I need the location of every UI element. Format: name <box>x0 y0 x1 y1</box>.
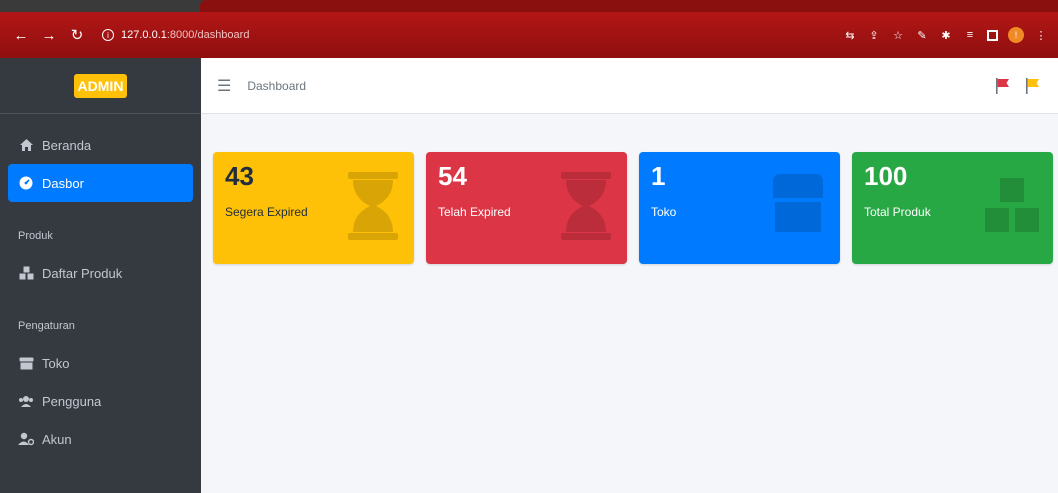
back-arrow-icon[interactable]: ← <box>10 24 32 46</box>
sidebar-item-label: Beranda <box>42 137 92 153</box>
user-cog-icon <box>18 432 34 446</box>
main-content: 43 Segera Expired 54 Telah Expired 1 Tok… <box>201 114 1058 493</box>
stat-boxes: 43 Segera Expired 54 Telah Expired 1 Tok… <box>213 152 1053 264</box>
site-info-icon[interactable]: i <box>102 29 114 41</box>
boxes-icon <box>18 266 34 280</box>
menu-toggle-icon[interactable]: ☰ <box>217 76 231 96</box>
sidebar-item-daftar-produk[interactable]: Daftar Produk <box>8 254 193 292</box>
sidebar-item-pengguna[interactable]: Pengguna <box>8 382 193 420</box>
sidebar-item-akun[interactable]: Akun <box>8 420 193 458</box>
stat-box-toko[interactable]: 1 Toko <box>639 152 840 264</box>
sidebar-item-label: Toko <box>42 355 70 371</box>
red-flag-icon[interactable] <box>994 77 1012 95</box>
dashboard-icon <box>18 176 34 190</box>
hourglass-icon <box>348 172 398 240</box>
sidebar-item-beranda[interactable]: Beranda <box>8 126 193 164</box>
sidebar-item-label: Daftar Produk <box>42 265 123 281</box>
navbar-right <box>994 77 1042 95</box>
brand-logo[interactable]: ADMIN <box>73 73 128 98</box>
address-bar[interactable]: i 127.0.0.1:8000/dashboard <box>102 22 249 48</box>
yellow-flag-icon[interactable] <box>1024 77 1042 95</box>
hourglass-end-icon <box>561 172 611 240</box>
browser-extensions: ⇆ ⇪ ☆ ✎ ✱ ≡ ! ⋮ <box>843 27 1048 43</box>
more-menu-icon[interactable]: ⋮ <box>1034 28 1048 42</box>
side-panel-icon[interactable] <box>987 29 998 41</box>
home-icon <box>18 138 34 152</box>
brand: ADMIN <box>0 58 201 114</box>
store-icon <box>18 357 34 370</box>
store-icon <box>773 174 823 232</box>
reload-icon[interactable]: ↻ <box>66 24 88 46</box>
stat-box-segera-expired[interactable]: 43 Segera Expired <box>213 152 414 264</box>
sidebar-item-label: Akun <box>42 431 72 447</box>
app-window: ← → ↻ i 127.0.0.1:8000/dashboard ⇆ ⇪ ☆ ✎… <box>0 0 1058 493</box>
sidebar-section-produk: Produk <box>18 230 53 242</box>
boxes-icon <box>985 178 1039 232</box>
forward-arrow-icon[interactable]: → <box>38 24 60 46</box>
url-host: 127.0.0.1 <box>121 29 167 41</box>
sidebar-item-dasbor[interactable]: Dasbor <box>8 164 193 202</box>
sidebar-menu: Beranda Dasbor Produk Daftar Produk Peng… <box>0 114 201 470</box>
profile-avatar-icon[interactable]: ! <box>1008 27 1024 43</box>
share-icon[interactable]: ⇪ <box>867 28 881 42</box>
stat-box-telah-expired[interactable]: 54 Telah Expired <box>426 152 627 264</box>
sidebar-section-pengaturan: Pengaturan <box>18 320 75 332</box>
sidebar: ADMIN Beranda Dasbor Produk Daftar Produ… <box>0 58 201 493</box>
sidebar-item-label: Pengguna <box>42 393 102 409</box>
browser-tab[interactable] <box>200 0 1058 12</box>
extension-color-icon[interactable]: ✎ <box>915 28 929 42</box>
browser-tab-strip <box>0 0 1058 12</box>
users-icon <box>18 395 34 408</box>
top-navbar: ☰ Dashboard <box>201 58 1058 114</box>
reading-list-icon[interactable]: ≡ <box>963 28 977 42</box>
page-title: Dashboard <box>247 78 307 93</box>
stat-box-total-produk[interactable]: 100 Total Produk <box>852 152 1053 264</box>
puzzle-extension-icon[interactable]: ✱ <box>939 28 953 42</box>
sidebar-item-toko[interactable]: Toko <box>8 344 193 382</box>
sidebar-item-label: Dasbor <box>42 175 84 191</box>
bookmark-star-icon[interactable]: ☆ <box>891 28 905 42</box>
url-path: :8000/dashboard <box>166 29 250 41</box>
translate-icon[interactable]: ⇆ <box>843 28 857 42</box>
browser-toolbar: ← → ↻ i 127.0.0.1:8000/dashboard ⇆ ⇪ ☆ ✎… <box>0 12 1058 58</box>
